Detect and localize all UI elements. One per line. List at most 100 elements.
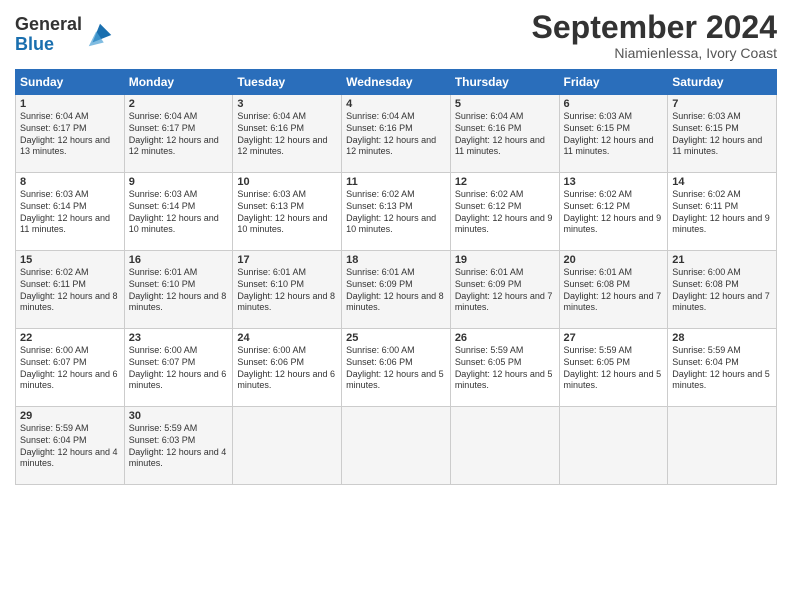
day-number: 18	[346, 254, 446, 266]
cell-sunrise: Sunrise: 6:02 AM	[346, 189, 415, 199]
cell-sunrise: Sunrise: 6:01 AM	[237, 267, 306, 277]
calendar-cell: 19Sunrise: 6:01 AMSunset: 6:09 PMDayligh…	[450, 251, 559, 329]
cell-sunrise: Sunrise: 6:00 AM	[346, 345, 415, 355]
cell-daylight: Daylight: 12 hours and 9 minutes.	[564, 213, 662, 235]
calendar-cell: 1Sunrise: 6:04 AM Sunset: 6:17 PM Daylight…	[16, 95, 125, 173]
cell-sunrise: Sunrise: 6:00 AM	[20, 345, 89, 355]
cell-sunrise: Sunrise: 6:04 AM	[20, 111, 89, 121]
cell-sunset: Sunset: 6:17 PM	[20, 123, 87, 133]
calendar-cell	[450, 407, 559, 485]
cell-sunset: Sunset: 6:15 PM	[672, 123, 739, 133]
cell-daylight: Daylight: 12 hours and 7 minutes.	[564, 291, 662, 313]
cell-daylight: Daylight: 12 hours and 13 minutes.	[20, 135, 110, 157]
day-number: 17	[237, 254, 337, 266]
month-title: September 2024	[532, 10, 777, 45]
day-number: 19	[455, 254, 555, 266]
logo-icon	[85, 20, 115, 50]
calendar-cell	[233, 407, 342, 485]
cell-sunrise: Sunrise: 6:00 AM	[237, 345, 306, 355]
col-wednesday: Wednesday	[342, 70, 451, 95]
calendar-cell	[559, 407, 668, 485]
day-number: 9	[129, 176, 229, 188]
day-number: 2	[129, 98, 229, 110]
cell-sunrise: Sunrise: 6:04 AM	[346, 111, 415, 121]
cell-sunrise: Sunrise: 5:59 AM	[20, 423, 89, 433]
cell-sunrise: Sunrise: 6:02 AM	[564, 189, 633, 199]
cell-sunrise: Sunrise: 6:03 AM	[672, 111, 741, 121]
cell-sunset: Sunset: 6:12 PM	[455, 201, 522, 211]
calendar-cell: 26Sunrise: 5:59 AMSunset: 6:05 PMDayligh…	[450, 329, 559, 407]
cell-sunset: Sunset: 6:07 PM	[20, 357, 87, 367]
cell-daylight: Daylight: 12 hours and 11 minutes.	[564, 135, 654, 157]
main-container: General Blue September 2024 Niamienlessa…	[0, 0, 792, 495]
calendar-cell: 29Sunrise: 5:59 AMSunset: 6:04 PMDayligh…	[16, 407, 125, 485]
cell-daylight: Daylight: 12 hours and 8 minutes.	[346, 291, 444, 313]
day-number: 16	[129, 254, 229, 266]
cell-sunset: Sunset: 6:09 PM	[346, 279, 413, 289]
calendar-week-row: 8Sunrise: 6:03 AMSunset: 6:14 PMDaylight…	[16, 173, 777, 251]
calendar-cell: 12Sunrise: 6:02 AMSunset: 6:12 PMDayligh…	[450, 173, 559, 251]
calendar-cell: 25Sunrise: 6:00 AMSunset: 6:06 PMDayligh…	[342, 329, 451, 407]
calendar-table: Sunday Monday Tuesday Wednesday Thursday…	[15, 69, 777, 485]
calendar-cell	[668, 407, 777, 485]
cell-daylight: Daylight: 12 hours and 6 minutes.	[237, 369, 335, 391]
day-number: 4	[346, 98, 446, 110]
cell-sunset: Sunset: 6:04 PM	[672, 357, 739, 367]
calendar-cell: 8Sunrise: 6:03 AMSunset: 6:14 PMDaylight…	[16, 173, 125, 251]
cell-sunset: Sunset: 6:13 PM	[237, 201, 304, 211]
cell-daylight: Daylight: 12 hours and 5 minutes.	[346, 369, 444, 391]
cell-daylight: Daylight: 12 hours and 9 minutes.	[455, 213, 553, 235]
cell-sunrise: Sunrise: 6:03 AM	[129, 189, 198, 199]
cell-daylight: Daylight: 12 hours and 10 minutes.	[129, 213, 219, 235]
cell-daylight: Daylight: 12 hours and 5 minutes.	[564, 369, 662, 391]
cell-sunset: Sunset: 6:07 PM	[129, 357, 196, 367]
cell-daylight: Daylight: 12 hours and 5 minutes.	[455, 369, 553, 391]
day-number: 1	[20, 98, 120, 110]
day-number: 23	[129, 332, 229, 344]
day-number: 12	[455, 176, 555, 188]
day-number: 20	[564, 254, 664, 266]
day-number: 28	[672, 332, 772, 344]
calendar-cell: 23Sunrise: 6:00 AM Sunset: 6:07 PM Dayligh…	[124, 329, 233, 407]
day-number: 29	[20, 410, 120, 422]
cell-daylight: Daylight: 12 hours and 11 minutes.	[455, 135, 545, 157]
cell-sunrise: Sunrise: 5:59 AM	[129, 423, 198, 433]
day-number: 6	[564, 98, 664, 110]
cell-daylight: Daylight: 12 hours and 12 minutes.	[346, 135, 436, 157]
calendar-cell: 4Sunrise: 6:04 AMSunset: 6:16 PMDaylight…	[342, 95, 451, 173]
calendar-week-row: 22Sunrise: 6:00 AMSunset: 6:07 PMDayligh…	[16, 329, 777, 407]
day-number: 30	[129, 410, 229, 422]
day-number: 22	[20, 332, 120, 344]
cell-sunrise: Sunrise: 6:04 AM	[237, 111, 306, 121]
cell-daylight: Daylight: 12 hours and 6 minutes.	[129, 369, 227, 391]
cell-sunrise: Sunrise: 6:04 AM	[129, 111, 198, 121]
calendar-cell: 28Sunrise: 5:59 AMSunset: 6:04 PMDayligh…	[668, 329, 777, 407]
cell-daylight: Daylight: 12 hours and 12 minutes.	[237, 135, 327, 157]
cell-sunset: Sunset: 6:14 PM	[20, 201, 87, 211]
day-number: 24	[237, 332, 337, 344]
calendar-cell: 11Sunrise: 6:02 AMSunset: 6:13 PMDayligh…	[342, 173, 451, 251]
cell-daylight: Daylight: 12 hours and 8 minutes.	[20, 291, 118, 313]
calendar-cell: 9Sunrise: 6:03 AM Sunset: 6:14 PM Daylight…	[124, 173, 233, 251]
cell-sunrise: Sunrise: 6:01 AM	[455, 267, 524, 277]
cell-daylight: Daylight: 12 hours and 4 minutes.	[129, 447, 227, 469]
col-thursday: Thursday	[450, 70, 559, 95]
cell-daylight: Daylight: 12 hours and 4 minutes.	[20, 447, 118, 469]
calendar-cell: 3Sunrise: 6:04 AMSunset: 6:16 PMDaylight…	[233, 95, 342, 173]
cell-sunrise: Sunrise: 5:59 AM	[564, 345, 633, 355]
cell-daylight: Daylight: 12 hours and 7 minutes.	[672, 291, 770, 313]
col-tuesday: Tuesday	[233, 70, 342, 95]
day-number: 14	[672, 176, 772, 188]
cell-sunrise: Sunrise: 6:00 AM	[129, 345, 198, 355]
calendar-header-row: Sunday Monday Tuesday Wednesday Thursday…	[16, 70, 777, 95]
cell-sunset: Sunset: 6:14 PM	[129, 201, 196, 211]
cell-daylight: Daylight: 12 hours and 7 minutes.	[455, 291, 553, 313]
col-sunday: Sunday	[16, 70, 125, 95]
col-saturday: Saturday	[668, 70, 777, 95]
calendar-cell: 27Sunrise: 5:59 AMSunset: 6:05 PMDayligh…	[559, 329, 668, 407]
day-number: 10	[237, 176, 337, 188]
header: General Blue September 2024 Niamienlessa…	[15, 10, 777, 61]
cell-sunrise: Sunrise: 6:03 AM	[20, 189, 89, 199]
cell-sunset: Sunset: 6:13 PM	[346, 201, 413, 211]
cell-sunrise: Sunrise: 6:01 AM	[129, 267, 198, 277]
